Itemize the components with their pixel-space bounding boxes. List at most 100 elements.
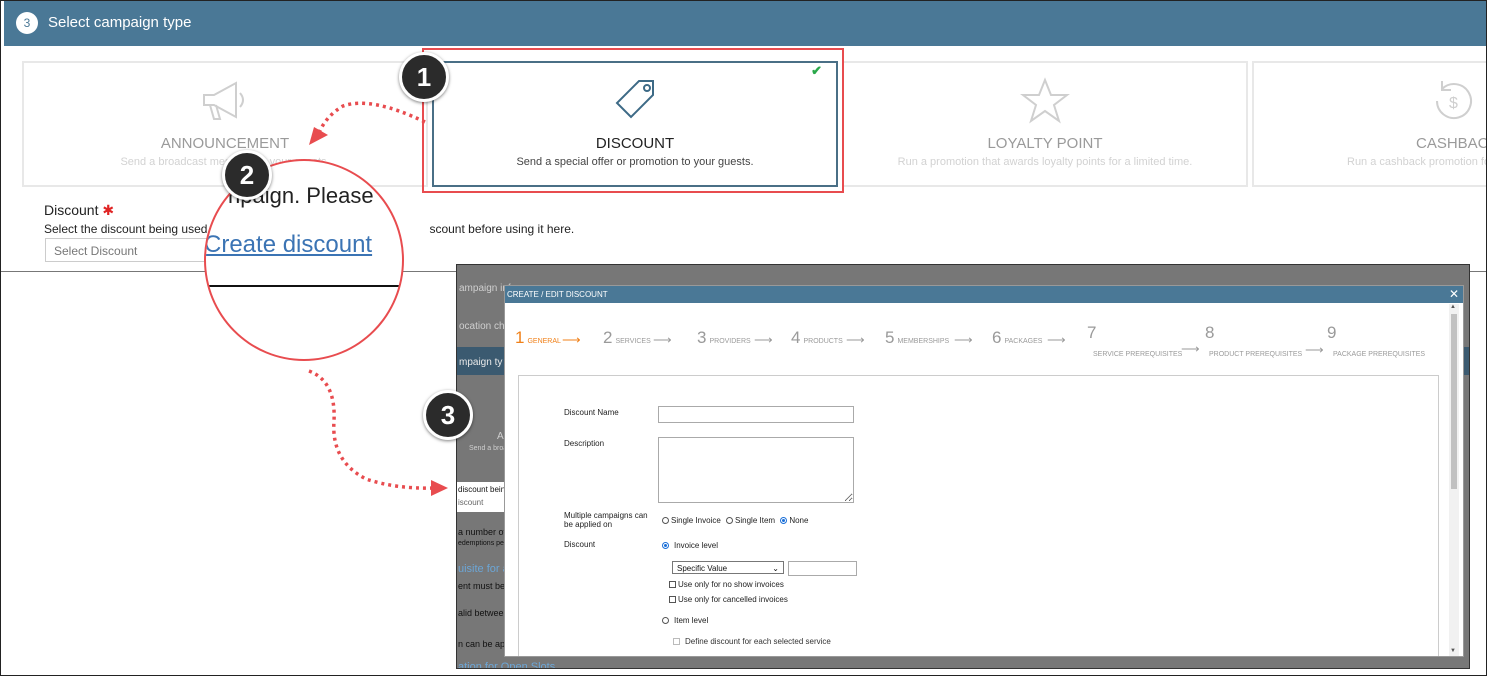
chevron-down-icon: ⌄ [772,564,779,573]
radio-single-invoice[interactable]: Single Invoice [662,516,721,525]
background-text: uisite for a [458,563,509,575]
arrow-right-icon: ⟶ [846,332,865,347]
card-description: Run a cashback promotion for a limited t… [1347,156,1486,168]
close-icon[interactable]: ✕ [1449,286,1459,303]
step-number: 1 [515,328,525,347]
modal-header: CREATE / EDIT DISCOUNT ✕ [505,286,1463,303]
wizard-step-services[interactable]: 2 SERVICES ⟶ [603,328,672,348]
help-suffix: scount before using it here. [429,222,575,236]
checkbox-label: Define discount for each selected servic… [685,637,831,646]
discount-name-label: Discount Name [564,408,619,417]
create-discount-link[interactable]: Create discount [206,231,372,259]
modal-scrollbar[interactable]: ▲ ▼ [1449,304,1459,656]
callout-badge-3: 3 [423,390,473,440]
scrollbar-thumb[interactable] [1451,314,1457,489]
radio-selected-icon [780,517,788,525]
cashback-icon: $ [1429,77,1479,130]
radio-selected-icon [662,542,669,550]
step-number: 4 [791,328,801,347]
wizard-step-providers[interactable]: 3 PROVIDERS ⟶ [697,328,773,348]
svg-text:$: $ [1449,95,1458,112]
radio-single-item[interactable]: Single Item [726,516,775,525]
description-textarea[interactable] [658,437,854,503]
wizard-step-product-prerequisites[interactable]: 8 PRODUCT PREREQUISITES ⟶ [1205,323,1324,361]
wizard-step-packages[interactable]: 6 PACKAGES ⟶ [992,328,1066,348]
help-prefix: Select the discount being used [44,222,208,236]
background-text: alid between [458,608,509,618]
create-edit-discount-modal: CREATE / EDIT DISCOUNT ✕ 1 GENERAL ⟶ 2 SER… [504,285,1464,657]
card-description: Run a promotion that awards loyalty poin… [897,156,1193,168]
wizard-step-service-prerequisites[interactable]: 7 SERVICE PREREQUISITES ⟶ [1087,323,1200,361]
background-text: mpaign ty [459,357,503,368]
label-line: be applied on [564,520,613,529]
wizard-step-memberships[interactable]: 5 MEMBERSHIPS ⟶ [885,328,973,348]
card-title: ANNOUNCEMENT [160,135,290,152]
radio-icon [726,517,734,525]
option-label: Single Item [735,516,776,525]
card-title: CASHBACK [1416,135,1486,152]
discount-type-label: Discount [564,540,596,549]
checkbox-label: Use only for no show invoices [678,580,784,589]
wizard-step-products[interactable]: 4 PRODUCTS ⟶ [791,328,865,348]
arrow-right-icon: ⟶ [1047,332,1066,347]
define-each-checkbox[interactable]: Define discount for each selected servic… [673,637,831,646]
arrow-right-icon: ⟶ [754,332,773,347]
background-text: Send a broa [469,445,508,452]
step-title: Select campaign type [48,14,192,31]
radio-item-level[interactable]: Item level [662,616,708,625]
highlight-box-discount [422,48,844,193]
multiple-campaigns-options: Single Invoice Single Item None [662,516,808,525]
option-label: None [789,516,809,525]
select-discount-dropdown[interactable]: Select Discount [45,238,215,262]
background-text: iscount [458,498,484,507]
discount-name-input[interactable] [658,406,854,423]
checkbox-label: Use only for cancelled invoices [678,595,788,604]
scroll-down-icon[interactable]: ▼ [1450,648,1456,654]
step-number: 7 [1087,323,1097,342]
arrow-right-icon: ⟶ [1181,341,1200,356]
arrow-right-icon: ⟶ [653,332,672,347]
modal-title: CREATE / EDIT DISCOUNT [507,290,608,299]
background-text: edemptions pe [458,540,504,547]
arrow-right-icon: ⟶ [562,332,581,347]
background-text: discount being [458,485,510,494]
cancelled-checkbox[interactable]: Use only for cancelled invoices [669,595,788,604]
no-show-checkbox[interactable]: Use only for no show invoices [669,580,784,589]
magnified-divider [206,285,402,287]
scroll-up-icon[interactable]: ▲ [1450,304,1456,310]
option-label: Invoice level [674,541,719,550]
step-label: SERVICES [615,338,651,345]
step-label: PACKAGES [1004,338,1043,345]
option-label: Single Invoice [671,516,721,525]
card-title: LOYALTY POINT [987,135,1103,152]
radio-none[interactable]: None [780,516,808,525]
arrow-right-icon: ⟶ [954,332,973,347]
background-text: ampaign inf [459,283,511,294]
callout-badge-2: 2 [222,150,272,200]
radio-icon [662,617,669,625]
background-text: ocation ch [459,321,505,332]
label-line: Multiple campaigns can [564,511,648,520]
step-number: 5 [885,328,895,347]
discount-field-label: Discount ✱ [44,202,114,219]
wizard-step-general[interactable]: 1 GENERAL ⟶ [515,328,581,348]
general-form [518,375,1439,656]
value-type-select[interactable]: Specific Value ⌄ [672,561,784,574]
background-text: a number of [458,527,507,537]
background-text: ent must be [458,581,506,591]
multiple-campaigns-label: Multiple campaigns can be applied on [564,511,648,529]
cashback-card[interactable]: $ CASHBACK Run a cashback promotion for … [1252,61,1486,187]
loyalty-point-card[interactable]: LOYALTY POINT Run a promotion that award… [842,61,1248,187]
radio-invoice-level[interactable]: Invoice level [662,541,718,550]
step-label: MEMBERSHIPS [897,338,950,345]
step-label: PROVIDERS [709,338,751,345]
background-text: n can be app [458,639,511,649]
callout-badge-1: 1 [399,52,449,102]
step-number: 9 [1327,323,1337,342]
arrow-right-icon: ⟶ [1305,342,1324,357]
background-text: ation for Open Slots [458,661,556,669]
wizard-step-package-prerequisites[interactable]: 9 PACKAGE PREREQUISITES [1327,323,1425,361]
value-amount-input[interactable] [788,561,857,576]
step-number: 3 [16,12,38,34]
checkbox-icon [669,581,676,589]
